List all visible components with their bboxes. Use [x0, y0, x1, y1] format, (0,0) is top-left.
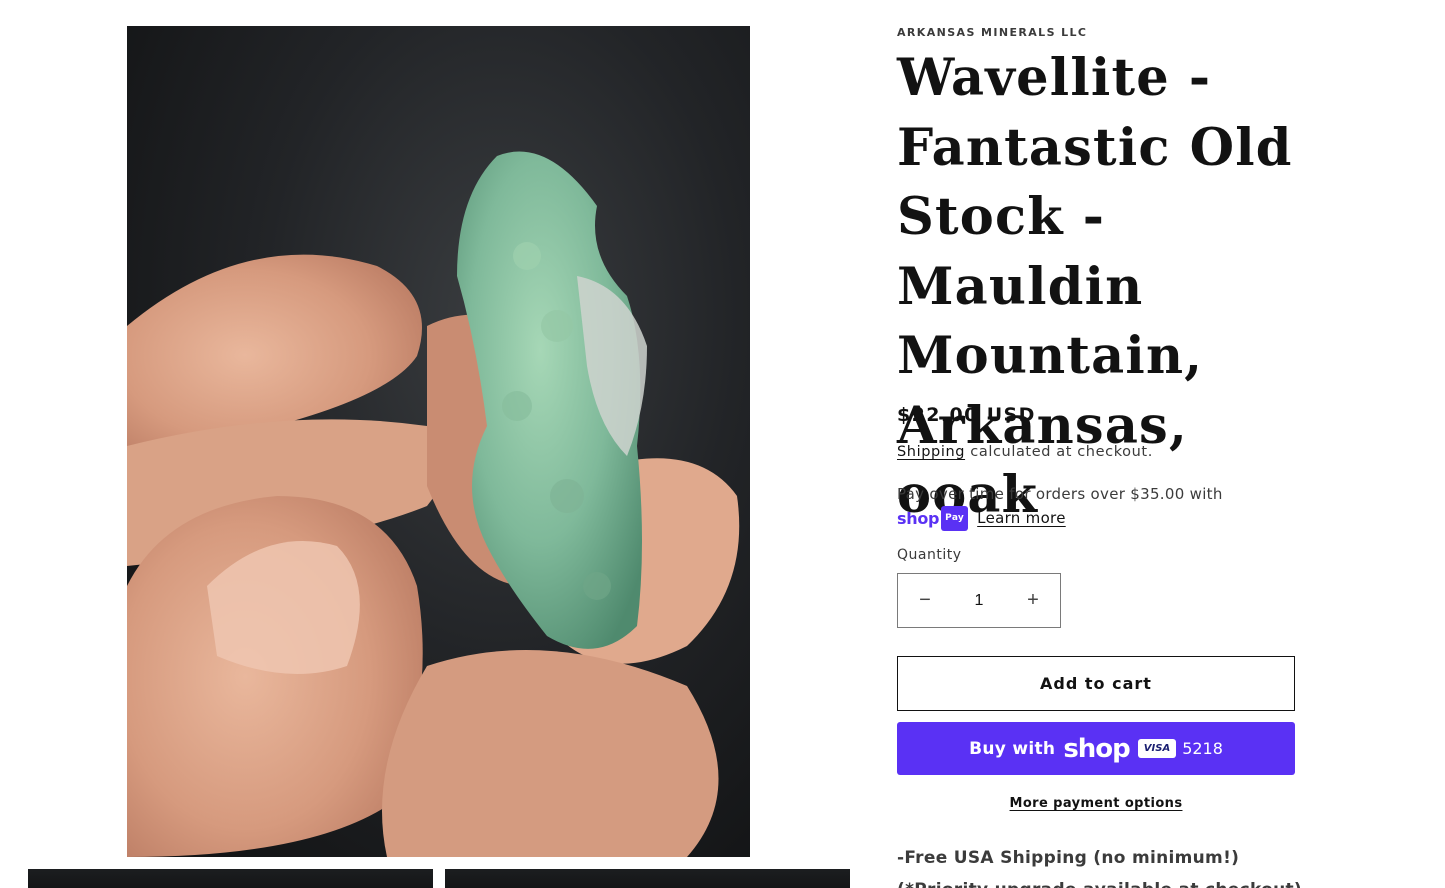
shipping-note-text: calculated at checkout.	[965, 444, 1153, 460]
add-to-cart-button[interactable]: Add to cart	[897, 656, 1295, 711]
buy-with-shop-pay-button[interactable]: Buy with shop VISA 5218	[897, 722, 1295, 775]
shipping-note: Shipping calculated at checkout.	[897, 444, 1153, 460]
description-line: (*Priority upgrade available at checkout…	[897, 880, 1302, 888]
card-last4: 5218	[1182, 739, 1223, 758]
quantity-decrease-button[interactable]: −	[898, 574, 952, 627]
description-line: -Free USA Shipping (no minimum!)	[897, 848, 1240, 868]
shop-pay-installments: Pay over time for orders over $35.00 wit…	[897, 483, 1237, 531]
pay-chip: Pay	[941, 506, 969, 531]
quantity-input[interactable]	[952, 591, 1006, 610]
wavellite-photo	[127, 151, 740, 857]
shipping-link[interactable]: Shipping	[897, 444, 965, 460]
learn-more-link[interactable]: Learn more	[977, 509, 1066, 527]
shop-wordmark: shop	[897, 509, 940, 528]
buy-with-label: Buy with	[969, 738, 1056, 759]
product-price: $22.00 USD	[897, 404, 1036, 426]
product-thumbnail[interactable]	[28, 869, 433, 888]
quantity-stepper: − +	[897, 573, 1061, 628]
quantity-increase-button[interactable]: +	[1006, 574, 1060, 627]
installments-text: Pay over time for orders over $35.00 wit…	[897, 485, 1223, 503]
shop-logo-icon: shop	[1063, 733, 1130, 764]
product-main-image[interactable]	[127, 26, 750, 857]
product-vendor: ARKANSAS MINERALS LLC	[897, 26, 1088, 39]
shop-pay-logo-icon: shop Pay	[897, 506, 969, 531]
more-payment-options-link[interactable]: More payment options	[1010, 796, 1183, 811]
product-thumbnail[interactable]	[445, 869, 850, 888]
quantity-label: Quantity	[897, 547, 962, 563]
visa-card-icon: VISA	[1137, 739, 1177, 758]
more-payment-options: More payment options	[897, 796, 1295, 811]
